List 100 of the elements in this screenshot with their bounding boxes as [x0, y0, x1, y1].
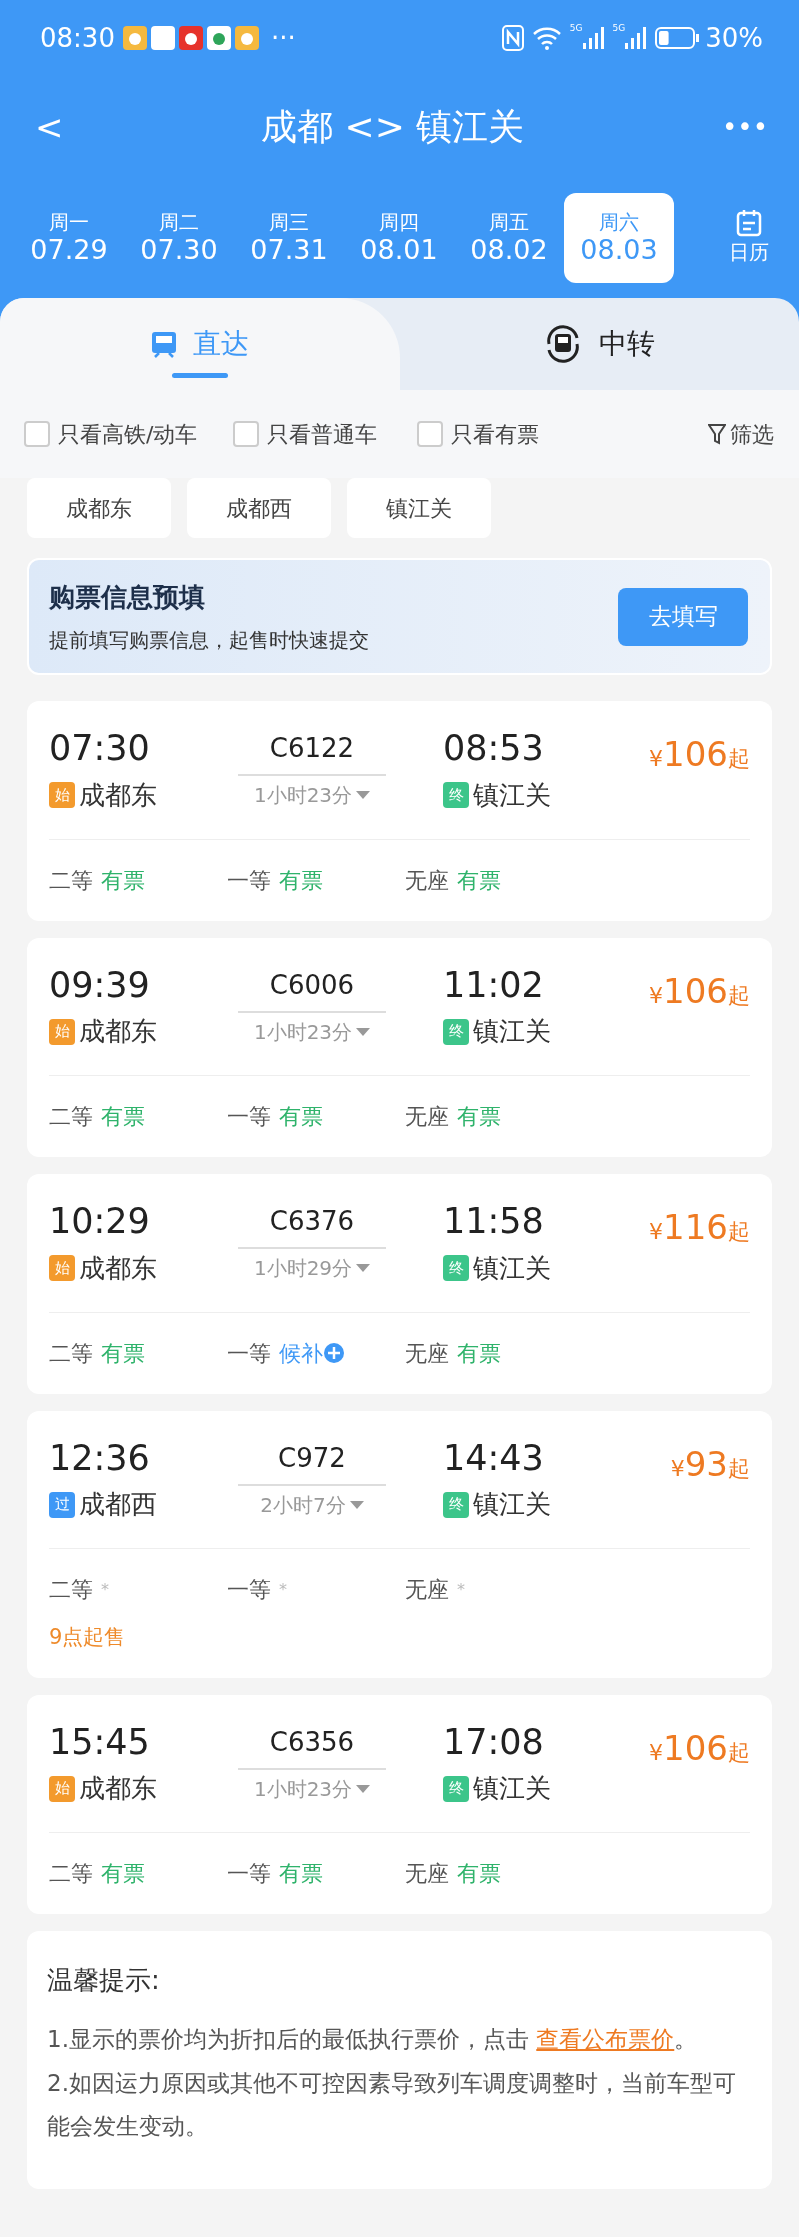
station-name: 镇江关 — [473, 1015, 551, 1048]
ticket-status: 候补 — [279, 1339, 323, 1368]
arrival-time: 17:08 — [443, 1722, 545, 1761]
ticket-status: * — [279, 1578, 287, 1601]
status-time: 08:30 — [40, 21, 115, 55]
caret-icon[interactable] — [356, 1263, 371, 1273]
station-name: 成都东 — [79, 1015, 157, 1048]
station-badge: 终 — [443, 1255, 469, 1281]
checkbox-label[interactable]: 只看有票 — [451, 417, 540, 451]
seat-class: 二等 — [49, 1860, 93, 1888]
train-icon — [150, 330, 177, 358]
checkbox-label[interactable]: 只看高铁/动车 — [58, 417, 198, 451]
train-card[interactable]: 10:29 始 成都东 C6376 1小时29分 11:58 终 镇江关 ¥116起 二等 有票 一等 候补 无座 有票 — [27, 1174, 772, 1394]
price-text: ¥106起 — [649, 733, 750, 776]
train-number[interactable]: C6356 — [269, 1722, 355, 1762]
seat-class: 一等 — [227, 1576, 271, 1604]
seat-class: 无座 — [405, 1339, 449, 1368]
station-badge: 终 — [443, 1775, 469, 1802]
ticket-status: 有票 — [101, 866, 145, 895]
station-name: 成都东 — [79, 778, 157, 812]
seat-class: 一等 — [227, 1860, 271, 1888]
station-chip[interactable]: 成都西 — [187, 478, 331, 538]
caret-icon[interactable] — [349, 1499, 364, 1510]
price-text: ¥93起 — [670, 1442, 750, 1486]
page-title: 成都 <> 镇江关 — [261, 105, 525, 149]
tip-text: 2.如因运力原因或其他不可控因素导致列车调度调整时，当前车型可能会发生变动。 — [47, 2068, 737, 2142]
arrival-time: 14:43 — [443, 1438, 545, 1477]
checkbox-label[interactable]: 只看普通车 — [267, 417, 378, 451]
station-badge: 始 — [49, 782, 75, 808]
network-type-label: 5G — [612, 22, 626, 35]
seat-class: 无座 — [405, 1103, 449, 1131]
train-number[interactable]: C6006 — [269, 965, 355, 1005]
station-badge: 终 — [443, 782, 469, 808]
signal-icon — [582, 25, 607, 51]
station-name: 镇江关 — [473, 1772, 551, 1805]
train-card[interactable]: 12:36 过 成都西 C972 2小时7分 14:43 终 镇江关 ¥93起 二等 * 一等 * 无座 * 9点起售 — [27, 1410, 772, 1678]
seat-class: 无座 — [405, 1576, 449, 1604]
train-number[interactable]: C6376 — [269, 1202, 355, 1241]
ticket-status: 有票 — [101, 1103, 145, 1131]
ticket-status: 有票 — [457, 866, 501, 895]
station-badge: 始 — [49, 1018, 75, 1045]
station-badge: 终 — [443, 1018, 469, 1045]
nfc-icon — [501, 25, 524, 51]
price-text: ¥116起 — [649, 1206, 750, 1249]
station-name: 镇江关 — [473, 1488, 551, 1521]
checkbox[interactable] — [233, 421, 260, 447]
wifi-icon — [531, 26, 562, 50]
departure-time: 12:36 — [49, 1438, 151, 1477]
seat-class: 二等 — [49, 1576, 93, 1604]
station-badge: 始 — [49, 1775, 75, 1802]
station-chip[interactable]: 镇江关 — [347, 478, 491, 538]
battery-percentage: 30% — [705, 21, 763, 55]
train-number[interactable]: C972 — [278, 1438, 346, 1478]
ticket-status: 有票 — [457, 1860, 501, 1888]
caret-icon[interactable] — [356, 790, 371, 800]
battery-icon — [655, 26, 702, 50]
ticket-status: 有票 — [457, 1339, 501, 1368]
ticket-status: 有票 — [101, 1339, 145, 1368]
sale-time-note: 9点起售 — [49, 1624, 127, 1651]
checkbox[interactable] — [417, 421, 444, 447]
ticket-status: 有票 — [279, 1860, 323, 1888]
station-chip[interactable]: 成都东 — [27, 478, 171, 538]
filter-icon — [708, 423, 726, 445]
filter-button[interactable]: 筛选 — [707, 416, 775, 452]
tips-title: 温馨提示: — [47, 1964, 161, 1997]
arrival-time: 11:02 — [443, 965, 545, 1004]
station-badge: 过 — [49, 1491, 75, 1518]
train-card[interactable]: 15:45 始 成都东 C6356 1小时23分 17:08 终 镇江关 ¥106起 二等 有票 一等 有票 无座 有票 — [27, 1694, 772, 1914]
station-name: 镇江关 — [473, 778, 551, 812]
departure-time: 10:29 — [49, 1202, 151, 1241]
banner-subtitle: 提前填写购票信息，起售时快速提交 — [49, 627, 370, 654]
plus-icon[interactable] — [323, 1342, 345, 1364]
seat-class: 二等 — [49, 866, 93, 895]
price-text: ¥106起 — [649, 969, 750, 1013]
ticket-status: 有票 — [101, 1860, 145, 1888]
seat-class: 二等 — [49, 1339, 93, 1368]
train-card[interactable]: 07:30 始 成都东 C6122 1小时23分 08:53 终 镇江关 ¥106起 二等 有票 一等 有票 无座 有票 — [27, 701, 772, 921]
caret-icon[interactable] — [356, 1783, 371, 1794]
route-tab[interactable]: 中转 — [399, 298, 799, 390]
calendar-icon — [736, 209, 762, 237]
ticket-status: 有票 — [279, 1103, 323, 1131]
station-name: 成都东 — [79, 1251, 157, 1285]
seat-class: 无座 — [405, 866, 449, 895]
station-name: 成都西 — [79, 1488, 157, 1521]
checkbox[interactable] — [24, 421, 50, 447]
seat-class: 一等 — [227, 866, 271, 895]
train-number[interactable]: C6122 — [269, 729, 355, 768]
ticket-status: 有票 — [279, 866, 323, 895]
banner-title: 购票信息预填 — [49, 581, 206, 614]
seat-class: 一等 — [227, 1103, 271, 1131]
departure-time: 07:30 — [49, 729, 151, 768]
arrival-time: 08:53 — [443, 729, 545, 768]
caret-icon[interactable] — [356, 1026, 371, 1037]
departure-time: 09:39 — [49, 965, 151, 1004]
train-card[interactable]: 09:39 始 成都东 C6006 1小时23分 11:02 终 镇江关 ¥106起 二等 有票 一等 有票 无座 有票 — [27, 937, 772, 1157]
network-type-label: 5G — [569, 22, 583, 35]
seat-class: 无座 — [405, 1860, 449, 1888]
station-badge: 始 — [49, 1255, 75, 1281]
seat-class: 一等 — [227, 1339, 271, 1368]
ticket-status: * — [101, 1578, 109, 1601]
